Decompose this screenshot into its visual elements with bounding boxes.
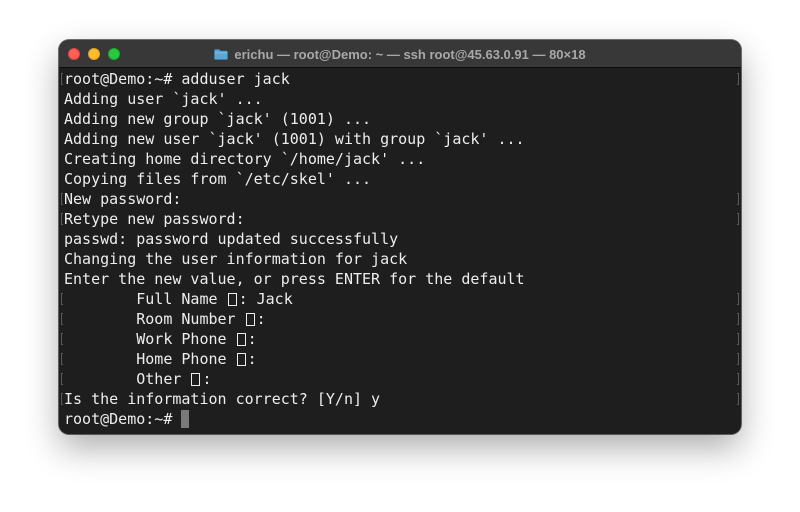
line-wrap-marker-right — [737, 353, 739, 365]
line-wrap-marker-left — [61, 73, 63, 85]
field-value: : — [202, 370, 212, 388]
field-value: : — [247, 330, 257, 348]
line-wrap-marker-right — [737, 293, 739, 305]
line-wrap-marker-left — [61, 293, 63, 305]
line-text: Creating home directory `/home/jack' ... — [64, 150, 426, 168]
line-wrap-marker-right — [737, 193, 739, 205]
terminal-window: erichu — root@Demo: ~ — ssh root@45.63.0… — [59, 40, 741, 434]
line-text: Is the information correct? [Y/n] y — [64, 390, 381, 408]
field-label: Full Name — [64, 290, 227, 308]
line-text: root@Demo:~# — [64, 410, 182, 428]
field-value: : — [256, 310, 266, 328]
terminal-line: Other : — [64, 369, 211, 389]
line-text: Enter the new value, or press ENTER for … — [64, 270, 525, 288]
terminal-line: Room Number : — [64, 309, 266, 329]
empty-default-box-icon — [227, 293, 237, 306]
field-value: : Jack — [238, 290, 293, 308]
field-value: : — [247, 350, 257, 368]
terminal-line: Adding new user `jack' (1001) with group… — [64, 129, 525, 149]
window-title: erichu — root@Demo: ~ — ssh root@45.63.0… — [234, 46, 586, 62]
terminal-line: Work Phone : — [64, 329, 257, 349]
text-cursor — [181, 410, 190, 428]
line-text: Changing the user information for jack — [64, 250, 408, 268]
terminal-line: Creating home directory `/home/jack' ... — [64, 149, 425, 169]
terminal-line: passwd: password updated successfully — [64, 229, 398, 249]
field-label: Work Phone — [64, 330, 236, 348]
line-text: Retype new password: — [64, 210, 245, 228]
terminal-line: Changing the user information for jack — [64, 249, 407, 269]
line-wrap-marker-left — [61, 193, 63, 205]
title-bar[interactable]: erichu — root@Demo: ~ — ssh root@45.63.0… — [59, 40, 741, 68]
terminal-output[interactable]: root@Demo:~# adduser jack Adding user `ja… — [59, 69, 741, 434]
terminal-line: Retype new password: — [64, 209, 245, 229]
terminal-line: Home Phone : — [64, 349, 257, 369]
line-wrap-marker-right — [737, 333, 739, 345]
line-wrap-marker-left — [61, 313, 63, 325]
terminal-line: root@Demo:~# adduser jack — [64, 69, 290, 89]
line-text: passwd: password updated successfully — [64, 230, 399, 248]
line-wrap-marker-left — [61, 213, 63, 225]
terminal-line: Full Name : Jack — [64, 289, 293, 309]
empty-default-box-icon — [236, 333, 246, 346]
terminal-line: Adding user `jack' ... — [64, 89, 263, 109]
empty-default-box-icon — [236, 353, 246, 366]
field-label: Room Number — [64, 310, 245, 328]
terminal-line: Adding new group `jack' (1001) ... — [64, 109, 371, 129]
terminal-line: Enter the new value, or press ENTER for … — [64, 269, 525, 289]
line-text: Adding new group `jack' (1001) ... — [64, 110, 372, 128]
line-wrap-marker-left — [61, 393, 63, 405]
zoom-button[interactable] — [108, 48, 120, 60]
title-wrap: erichu — root@Demo: ~ — ssh root@45.63.0… — [59, 40, 741, 68]
line-text: Copying files from `/etc/skel' ... — [64, 170, 372, 188]
empty-default-box-icon — [191, 373, 201, 386]
line-text: root@Demo:~# adduser jack — [64, 70, 290, 88]
line-wrap-marker-left — [61, 333, 63, 345]
line-wrap-marker-left — [61, 353, 63, 365]
terminal-line: Is the information correct? [Y/n] y — [64, 389, 380, 409]
line-wrap-marker-right — [737, 393, 739, 405]
empty-default-box-icon — [245, 313, 255, 326]
minimize-button[interactable] — [88, 48, 100, 60]
terminal-line: root@Demo:~# — [64, 409, 190, 429]
line-wrap-marker-right — [737, 313, 739, 325]
line-wrap-marker-right — [737, 73, 739, 85]
line-wrap-marker-right — [737, 213, 739, 225]
folder-icon — [214, 48, 229, 60]
line-wrap-marker-right — [737, 373, 739, 385]
line-wrap-marker-left — [61, 373, 63, 385]
terminal-line: Copying files from `/etc/skel' ... — [64, 169, 371, 189]
terminal-line: New password: — [64, 189, 181, 209]
line-text: Adding user `jack' ... — [64, 90, 263, 108]
field-label: Home Phone — [64, 350, 236, 368]
line-text: Adding new user `jack' (1001) with group… — [64, 130, 525, 148]
close-button[interactable] — [68, 48, 80, 60]
field-label: Other — [64, 370, 191, 388]
line-text: New password: — [64, 190, 182, 208]
